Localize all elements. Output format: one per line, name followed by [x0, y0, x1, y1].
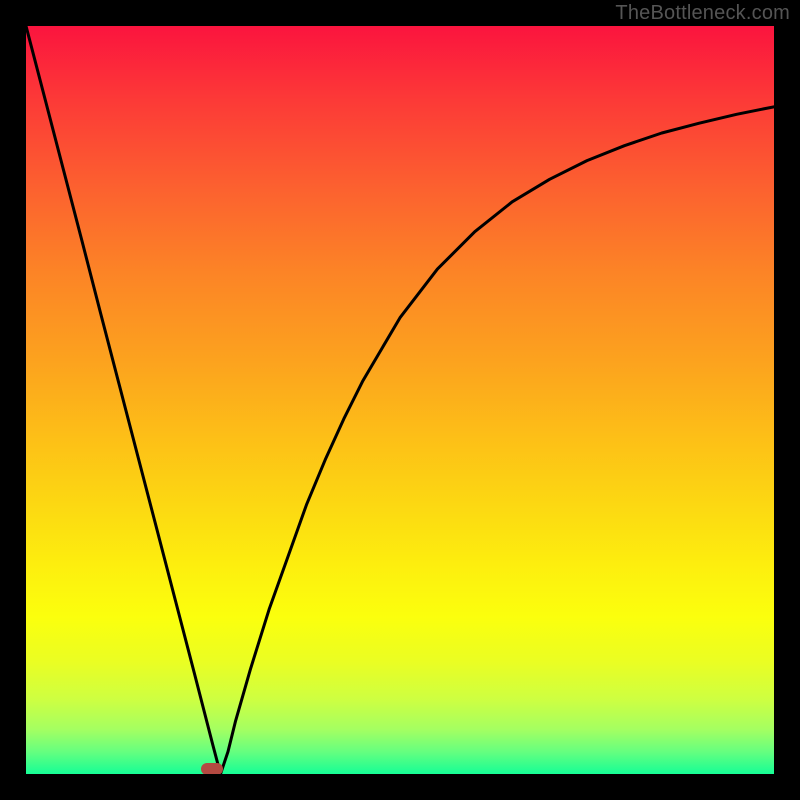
- min-point-mark: [201, 763, 223, 774]
- chart-frame: TheBottleneck.com: [0, 0, 800, 800]
- plot-area: [26, 26, 774, 774]
- bottleneck-curve: [26, 26, 774, 774]
- watermark-text: TheBottleneck.com: [615, 2, 790, 25]
